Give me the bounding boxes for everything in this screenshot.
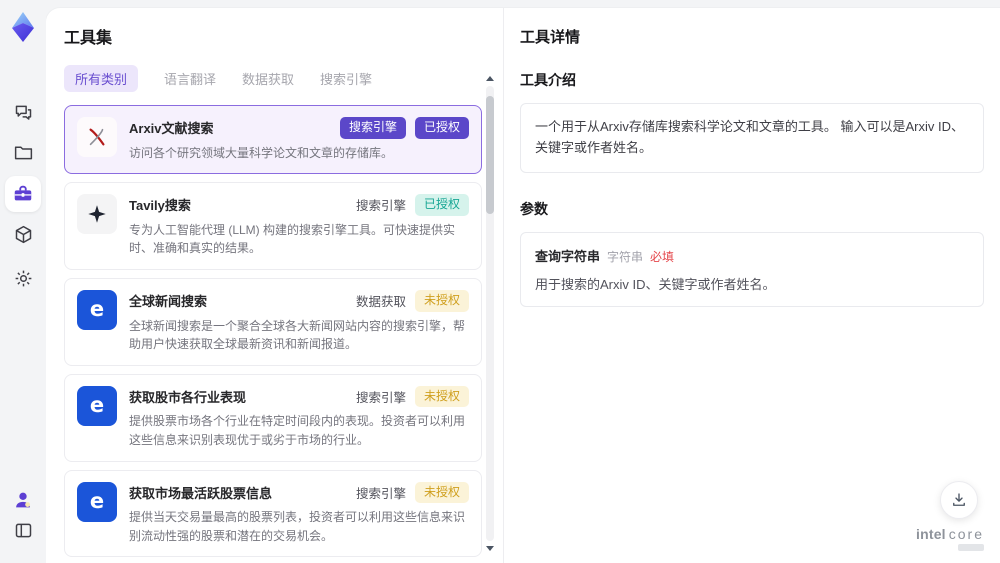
params-heading: 参数: [520, 200, 548, 217]
tool-name: 获取市场最活跃股票信息: [129, 485, 273, 501]
scroll-down-icon[interactable]: [486, 546, 494, 551]
nav-rail: [0, 0, 46, 563]
status-badge: 已授权: [414, 194, 469, 216]
tab-all-categories[interactable]: 所有类别: [64, 65, 139, 92]
tool-card-sector-performance[interactable]: e 获取股市各行业表现 搜索引擎 未授权 提供股票市场各个行业在特定时间段内的表…: [64, 373, 482, 462]
tool-list-panel: 工具集 所有类别 语言翻译 数据获取 搜索引擎 Arxiv文献搜索 搜索引擎 已…: [46, 8, 504, 563]
category-label: 搜索引擎: [355, 199, 406, 214]
intro-text: 一个用于从Arxiv存储库搜索科学论文和文章的工具。 输入可以是Arxiv ID…: [535, 119, 965, 155]
page-title: 工具集: [64, 30, 113, 47]
intel-logo-sub-badge: [958, 544, 984, 551]
status-badge: 已授权: [414, 117, 469, 139]
status-badge: 未授权: [414, 289, 469, 312]
app-logo-icon: [6, 10, 40, 44]
tool-name: Arxiv文献搜索: [129, 121, 214, 136]
tab-search-engine[interactable]: 搜索引擎: [320, 65, 372, 92]
param-required-badge: 必填: [650, 249, 675, 264]
collapse-panel-icon[interactable]: [11, 518, 35, 542]
main-panel: 工具集 所有类别 语言翻译 数据获取 搜索引擎 Arxiv文献搜索 搜索引擎 已…: [46, 8, 1000, 563]
status-badge: 未授权: [414, 481, 469, 504]
param-desc: 用于搜索的Arxiv ID、关键字或作者姓名。: [535, 276, 776, 292]
tool-name: 全球新闻搜索: [129, 293, 208, 309]
tool-card-arxiv[interactable]: Arxiv文献搜索 搜索引擎 已授权 访问各个研究领域大量科学论文和文章的存储库…: [64, 105, 482, 175]
category-badge: 搜索引擎: [339, 117, 406, 139]
intro-box: 一个用于从Arxiv存储库搜索科学论文和文章的工具。 输入可以是Arxiv ID…: [520, 103, 984, 173]
news-app-icon: e: [77, 289, 117, 330]
scroll-up-icon[interactable]: [486, 76, 494, 81]
toolbox-icon-active[interactable]: [5, 176, 41, 212]
scrollbar-thumb[interactable]: [486, 96, 494, 214]
stock-app-icon: e: [77, 385, 117, 426]
tool-desc: 提供当天交易量最高的股票列表，投资者可以利用这些信息来识别流动性强的股票和潜在的…: [129, 510, 466, 543]
status-badge: 未授权: [414, 385, 469, 408]
tool-desc: 提供股票市场各个行业在特定时间段内的表现。投资者可以利用这些信息来识别表现优于或…: [129, 414, 466, 447]
tool-list: Arxiv文献搜索 搜索引擎 已授权 访问各个研究领域大量科学论文和文章的存储库…: [64, 105, 482, 563]
param-type: 字符串: [607, 249, 644, 264]
detail-title: 工具详情: [520, 29, 581, 46]
four-point-star-icon: [77, 194, 117, 235]
tool-desc: 全球新闻搜索是一个聚合全球各大新闻网站内容的搜索引擎，帮助用户快速获取全球最新资…: [129, 318, 466, 352]
user-avatar-icon[interactable]: [11, 488, 35, 512]
download-icon: [953, 493, 965, 506]
category-label: 数据获取: [355, 295, 406, 310]
tool-card-active-stocks[interactable]: e 获取市场最活跃股票信息 搜索引擎 未授权 提供当天交易量最高的股票列表，投资…: [64, 469, 482, 558]
intel-core-logo: intel core: [916, 526, 984, 551]
tool-name: 获取股市各行业表现: [129, 389, 247, 405]
arxiv-logo-icon: [77, 117, 117, 157]
intro-heading: 工具介绍: [520, 72, 576, 88]
param-box: 查询字符串 字符串 必填 用于搜索的Arxiv ID、关键字或作者姓名。: [520, 231, 984, 307]
scrollbar-track[interactable]: [486, 86, 494, 541]
tool-card-global-news[interactable]: e 全球新闻搜索 数据获取 未授权 全球新闻搜索是一个聚合全球各大新闻网站内容的…: [64, 277, 482, 366]
tool-detail-panel: 工具详情 工具介绍 一个用于从Arxiv存储库搜索科学论文和文章的工具。 输入可…: [504, 8, 1000, 563]
tab-translation[interactable]: 语言翻译: [164, 65, 216, 92]
package-icon[interactable]: [11, 222, 35, 246]
folder-icon[interactable]: [11, 140, 35, 164]
category-tabs: 所有类别 语言翻译 数据获取 搜索引擎: [64, 65, 503, 92]
chat-icon[interactable]: [11, 100, 35, 124]
tab-data-fetch[interactable]: 数据获取: [242, 65, 294, 92]
list-scrollbar[interactable]: [486, 76, 494, 551]
settings-gear-icon[interactable]: [11, 266, 35, 290]
tool-desc: 专为人工智能代理 (LLM) 构建的搜索引擎工具。可快速提供实时、准确和真实的结…: [129, 222, 456, 256]
tool-desc: 访问各个研究领域大量科学论文和文章的存储库。: [129, 145, 394, 160]
category-label: 搜索引擎: [355, 486, 406, 501]
download-button[interactable]: [940, 481, 978, 519]
param-name: 查询字符串: [535, 248, 601, 264]
tool-name: Tavily搜索: [129, 198, 191, 214]
tool-card-tavily[interactable]: Tavily搜索 搜索引擎 已授权 专为人工智能代理 (LLM) 构建的搜索引擎…: [64, 182, 482, 270]
category-label: 搜索引擎: [355, 391, 406, 406]
stock-app-icon: e: [77, 481, 117, 522]
